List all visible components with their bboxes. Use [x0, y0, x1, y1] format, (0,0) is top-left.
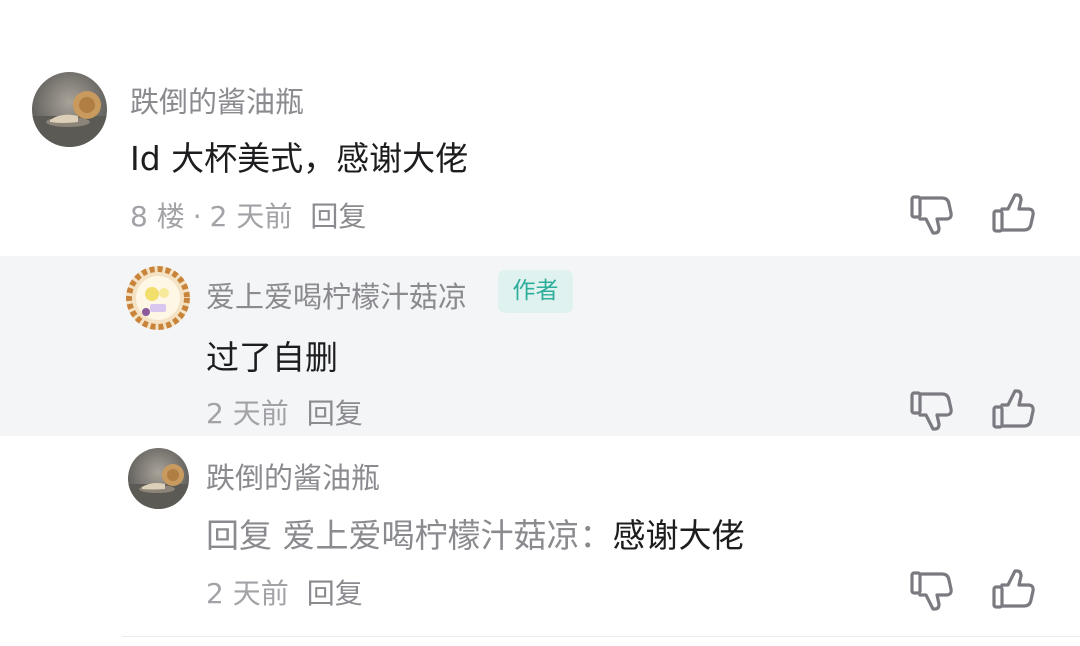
- avatar[interactable]: [32, 72, 107, 147]
- author-badge: 作者: [498, 270, 573, 313]
- thumbs-up-icon[interactable]: [990, 191, 1036, 237]
- thumbs-down-icon[interactable]: [908, 387, 954, 433]
- comment-time: 2 天前: [206, 397, 289, 430]
- comment-text: 过了自删: [206, 338, 338, 377]
- reply-button[interactable]: 回复: [310, 200, 366, 233]
- comment-meta: 8 楼 · 2 天前 回复: [130, 195, 366, 235]
- comment-text: 回复 爱上爱喝柠檬汁菇凉：感谢大佬: [206, 509, 745, 557]
- comment-meta: 2 天前 回复: [206, 572, 363, 612]
- comment-time: 2 天前: [209, 200, 293, 233]
- avatar[interactable]: [126, 266, 190, 330]
- avatar[interactable]: [128, 448, 189, 509]
- comment-body: 感谢大佬: [612, 516, 745, 555]
- thumbs-down-icon[interactable]: [908, 191, 954, 237]
- comment-meta: 2 天前 回复: [206, 392, 363, 432]
- comment-author[interactable]: 跌倒的酱油瓶: [206, 455, 380, 497]
- reply-prefix: 回复: [206, 516, 272, 555]
- reply-to-user[interactable]: 爱上爱喝柠檬汁菇凉：: [283, 516, 613, 555]
- thumbs-up-icon[interactable]: [990, 387, 1036, 433]
- comment-time: 2 天前: [206, 577, 289, 610]
- divider: [122, 636, 1080, 637]
- meta-separator: ·: [192, 200, 202, 233]
- floor-number: 8 楼: [130, 200, 185, 233]
- thumbs-down-icon[interactable]: [908, 567, 954, 613]
- reply-button[interactable]: 回复: [307, 397, 363, 430]
- comment-thread: 跌倒的酱油瓶 Id 大杯美式，感谢大佬 8 楼 · 2 天前 回复 爱上爱喝柠檬汁菇凉…: [0, 0, 1080, 646]
- reply-button[interactable]: 回复: [307, 577, 363, 610]
- comment-author[interactable]: 跌倒的酱油瓶: [130, 79, 304, 121]
- comment-author[interactable]: 爱上爱喝柠檬汁菇凉: [206, 274, 467, 316]
- comment-text: Id 大杯美式，感谢大佬: [130, 139, 469, 178]
- thumbs-up-icon[interactable]: [990, 567, 1036, 613]
